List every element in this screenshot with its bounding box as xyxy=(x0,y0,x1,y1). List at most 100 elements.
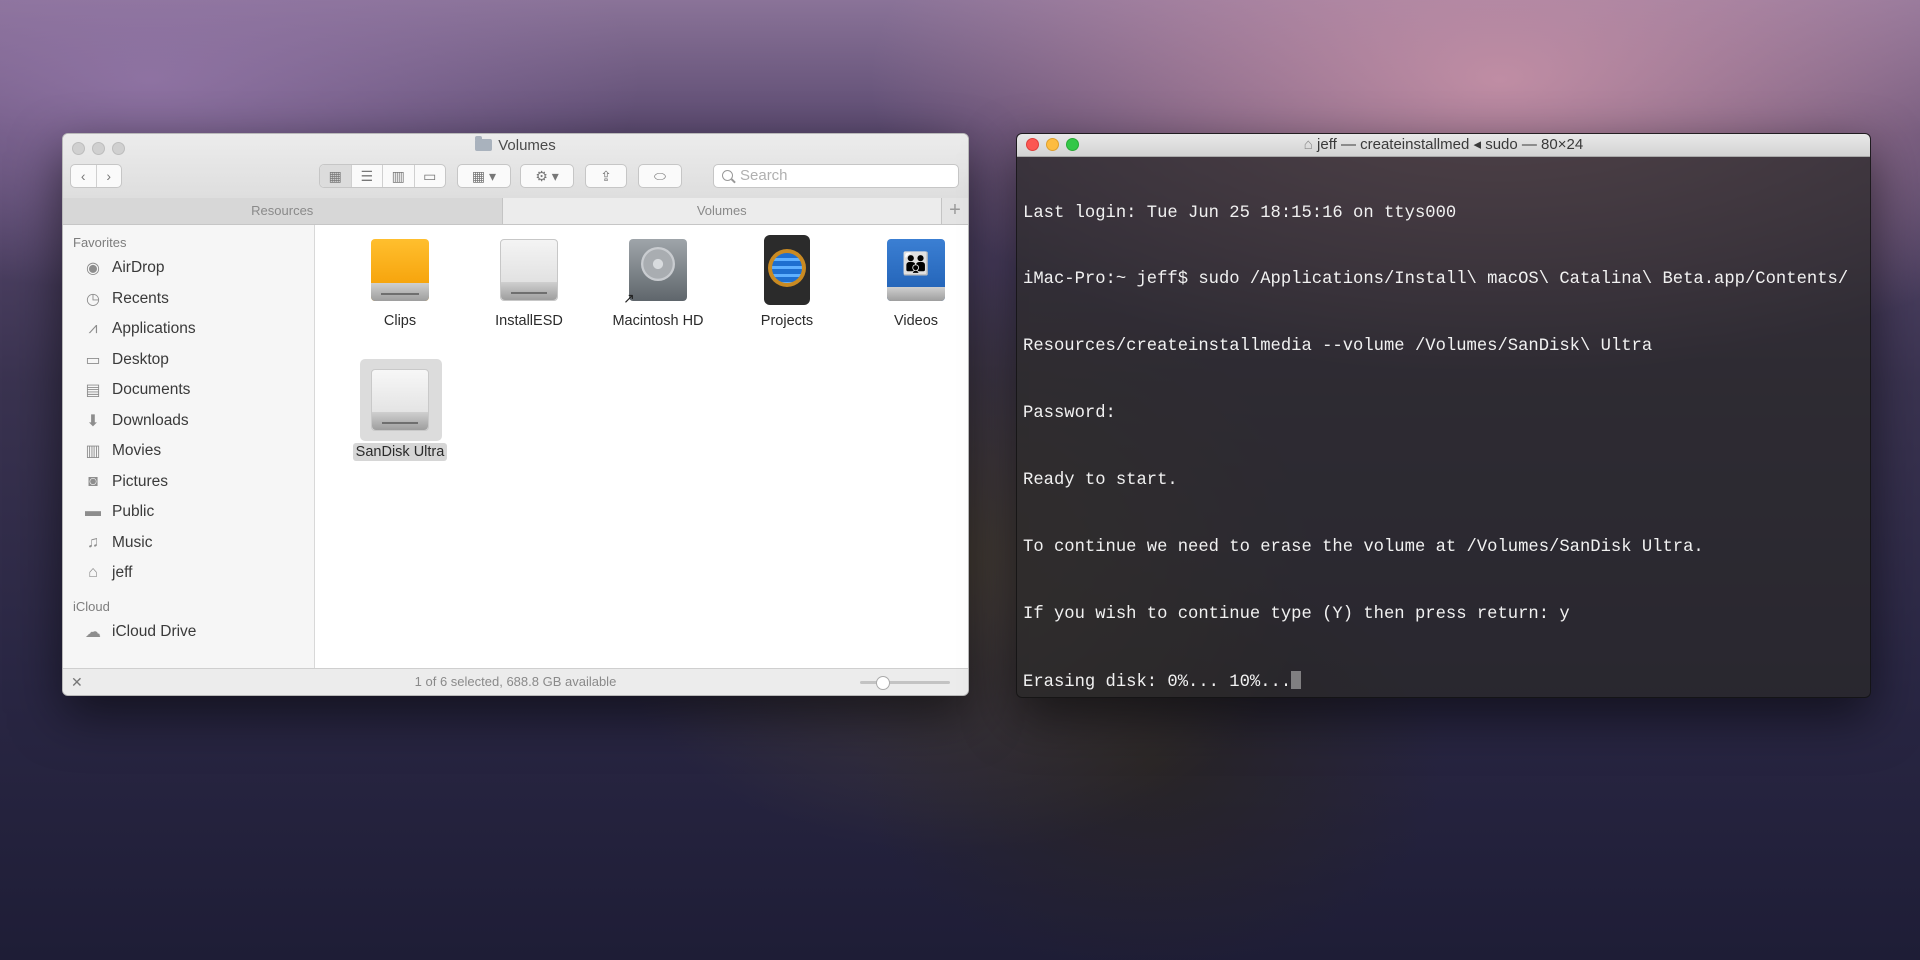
download-icon: ⬇ xyxy=(86,412,100,430)
terminal-line: Erasing disk: 0%... 10%... xyxy=(1023,672,1292,692)
tab-bar: Resources Volumes + xyxy=(63,198,968,225)
sidebar-item-desktop[interactable]: ▭ Desktop xyxy=(63,345,314,376)
tag-icon: ⬭ xyxy=(654,167,666,184)
terminal-line: To continue we need to erase the volume … xyxy=(1023,538,1704,558)
new-tab-button[interactable]: + xyxy=(942,198,968,224)
status-text: 1 of 6 selected, 688.8 GB available xyxy=(414,674,617,689)
tab-volumes[interactable]: Volumes xyxy=(502,198,942,224)
film-icon: ▥ xyxy=(85,443,101,461)
list-view-icon[interactable]: ☰ xyxy=(352,165,383,187)
desktop-icon: ▭ xyxy=(85,351,101,369)
volume-videos[interactable]: 👪 Videos xyxy=(851,233,968,329)
close-button[interactable] xyxy=(1026,138,1039,151)
icloud-header: iCloud xyxy=(73,598,110,614)
gear-icon: ⚙ ▾ xyxy=(535,167,559,184)
sidebar-item-label: Pictures xyxy=(112,472,168,490)
terminal-title: jeff — createinstallmed ◂ sudo — 80×24 xyxy=(1317,136,1584,153)
document-icon: ▤ xyxy=(85,382,101,400)
hard-disk-icon: ↗ xyxy=(623,233,693,307)
finder-titlebar[interactable]: Volumes ‹ › ▦ ☰ ▥ ▭ ▦ ▾ ⚙ ▾ ⇪ ⬭ Search xyxy=(63,134,968,199)
sidebar-item-downloads[interactable]: ⬇ Downloads xyxy=(63,406,314,437)
column-view-icon[interactable]: ▥ xyxy=(383,165,415,187)
icon-size-slider[interactable] xyxy=(860,676,950,690)
terminal-output[interactable]: Last login: Tue Jun 25 18:15:16 on ttys0… xyxy=(1023,158,1866,697)
sidebar: Favorites ◉ AirDrop ◷ Recents ⩘ Applications ▭… xyxy=(63,225,315,669)
share-button[interactable]: ⇪ xyxy=(585,164,627,188)
sidebar-item-documents[interactable]: ▤ Documents xyxy=(63,375,314,406)
status-bar: ✕ 1 of 6 selected, 688.8 GB available xyxy=(63,668,968,695)
sidebar-item-music[interactable]: ♫ Music xyxy=(63,528,314,559)
volume-sandisk-ultra[interactable]: SanDisk Ultra xyxy=(335,359,465,461)
chevron-left-icon[interactable]: ‹ xyxy=(71,165,97,187)
sidebar-item-label: iCloud Drive xyxy=(112,622,197,640)
sidebar-item-jeff[interactable]: ⌂ jeff xyxy=(63,558,314,589)
volume-clips[interactable]: Clips xyxy=(335,233,465,329)
sidebar-item-airdrop[interactable]: ◉ AirDrop xyxy=(63,253,314,284)
camera-icon: ◙ xyxy=(88,472,98,490)
sidebar-item-label: Movies xyxy=(112,442,162,460)
cloud-icon: ☁ xyxy=(85,623,101,641)
view-mode-control[interactable]: ▦ ☰ ▥ ▭ xyxy=(319,164,446,188)
sidebar-item-label: Desktop xyxy=(112,350,169,368)
tab-resources[interactable]: Resources xyxy=(63,198,503,224)
terminal-line: If you wish to continue type (Y) then pr… xyxy=(1023,604,1570,624)
terminal-line: Password: xyxy=(1023,404,1116,424)
sidebar-item-applications[interactable]: ⩘ Applications xyxy=(63,314,314,345)
network-share-icon: 👪 xyxy=(881,233,951,307)
search-input[interactable]: Search xyxy=(713,164,959,188)
sidebar-item-movies[interactable]: ▥ Movies xyxy=(63,436,314,467)
sidebar-item-label: AirDrop xyxy=(112,259,165,277)
sidebar-item-public[interactable]: ▬ Public xyxy=(63,497,314,528)
sidebar-item-label: Applications xyxy=(112,320,196,338)
terminal-line: Last login: Tue Jun 25 18:15:16 on ttys0… xyxy=(1023,203,1457,223)
sidebar-item-label: Public xyxy=(112,503,155,521)
volume-macintosh-hd[interactable]: ↗ Macintosh HD xyxy=(593,233,723,329)
window-title: Volumes xyxy=(63,136,968,154)
external-drive-icon xyxy=(365,363,435,437)
sidebar-item-label: jeff xyxy=(112,564,133,582)
sidebar-item-label: Recents xyxy=(112,289,169,307)
sidebar-item-pictures[interactable]: ◙ Pictures xyxy=(63,467,314,498)
chevron-right-icon[interactable]: › xyxy=(97,165,122,187)
slider-knob[interactable] xyxy=(876,676,890,690)
sidebar-item-icloud-drive[interactable]: ☁ iCloud Drive xyxy=(63,617,314,648)
alias-arrow-icon: ↗ xyxy=(623,290,635,306)
gallery-view-icon[interactable]: ▭ xyxy=(415,165,446,187)
nav-back-forward[interactable]: ‹ › xyxy=(70,164,122,188)
folder-icon: ▬ xyxy=(85,503,101,521)
group-by-button[interactable]: ▦ ▾ xyxy=(457,164,511,188)
terminal-line: Resources/createinstallmedia --volume /V… xyxy=(1023,337,1653,357)
search-icon xyxy=(722,170,733,181)
volume-installesd[interactable]: InstallESD xyxy=(464,233,594,329)
share-icon: ⇪ xyxy=(600,167,612,184)
sidebar-item-label: Documents xyxy=(112,381,191,399)
zoom-button[interactable] xyxy=(1066,138,1079,151)
favorites-header: Favorites xyxy=(73,235,127,250)
terminal-window: ⌂ jeff — createinstallmed ◂ sudo — 80×24… xyxy=(1016,133,1871,698)
action-button[interactable]: ⚙ ▾ xyxy=(520,164,574,188)
sidebar-toggle-icon[interactable]: ✕ xyxy=(71,669,83,695)
icon-view-icon[interactable]: ▦ xyxy=(320,165,352,187)
finder-window: Volumes ‹ › ▦ ☰ ▥ ▭ ▦ ▾ ⚙ ▾ ⇪ ⬭ Search R… xyxy=(62,133,969,696)
home-icon: ⌂ xyxy=(1303,136,1318,153)
group-icon: ▦ ▾ xyxy=(471,167,497,184)
home-icon: ⌂ xyxy=(88,564,98,582)
white-drive-icon xyxy=(494,233,564,307)
volume-projects[interactable]: Projects xyxy=(722,233,852,329)
terminal-line: Ready to start. xyxy=(1023,471,1178,491)
music-icon: ♫ xyxy=(87,533,99,551)
orange-drive-icon xyxy=(365,233,435,307)
applications-icon: ⩘ xyxy=(88,320,98,338)
terminal-titlebar[interactable]: ⌂ jeff — createinstallmed ◂ sudo — 80×24 xyxy=(1017,134,1870,157)
tags-button[interactable]: ⬭ xyxy=(638,164,682,188)
clock-icon: ◷ xyxy=(86,290,100,308)
terminal-line: iMac-Pro:~ jeff$ sudo /Applications/Inst… xyxy=(1023,270,1849,290)
globe-drive-icon xyxy=(752,233,822,307)
volumes-grid: Clips InstallESD ↗ Macintosh HD Projects… xyxy=(315,225,968,669)
sidebar-item-label: Downloads xyxy=(112,411,189,429)
minimize-button[interactable] xyxy=(1046,138,1059,151)
folder-icon xyxy=(475,136,493,151)
airdrop-icon: ◉ xyxy=(86,260,100,278)
text-cursor xyxy=(1291,670,1302,689)
sidebar-item-recents[interactable]: ◷ Recents xyxy=(63,284,314,315)
